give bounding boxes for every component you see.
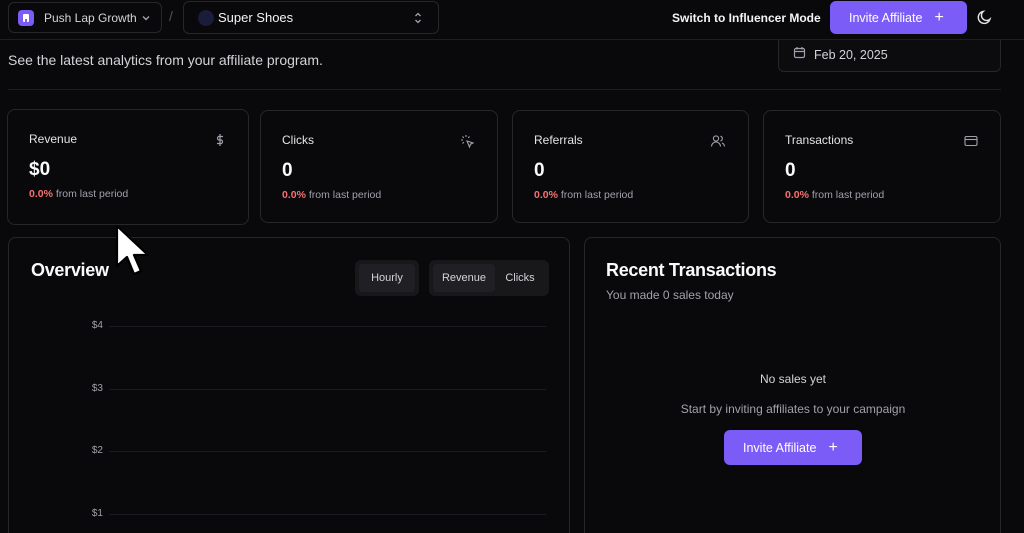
recent-transactions-panel: Recent Transactions You made 0 sales tod… [584, 237, 1001, 533]
date-picker[interactable]: Feb 20, 2025 [778, 38, 1001, 72]
recent-transactions-title: Recent Transactions [606, 260, 777, 280]
grid-line [109, 389, 546, 390]
stat-value: 0 [282, 160, 293, 181]
stat-card-referrals: Referrals 0 0.0% from last period [512, 110, 749, 223]
y-axis-tick: $4 [91, 320, 103, 331]
stat-label: Transactions [785, 133, 854, 147]
chevron-down-icon [140, 11, 152, 29]
stat-change-pct: 0.0% [29, 188, 53, 200]
chevrons-up-down-icon [412, 11, 424, 30]
stat-value: 0 [785, 160, 796, 181]
dollar-icon [214, 133, 226, 152]
stat-change-text: from last period [52, 188, 129, 200]
stat-change-pct: 0.0% [785, 189, 809, 201]
plus-icon: + [828, 438, 838, 456]
moon-icon[interactable] [976, 8, 994, 31]
interval-hourly-button[interactable]: Hourly [359, 264, 415, 292]
stat-change: 0.0% from last period [785, 189, 884, 201]
interval-toggle: Hourly [355, 260, 419, 296]
stat-label: Revenue [29, 132, 78, 146]
invite-affiliate-label: Invite Affiliate [743, 440, 817, 455]
recent-transactions-subtitle: You made 0 sales today [606, 288, 734, 302]
stat-card-clicks: Clicks 0 0.0% from last period [260, 110, 498, 223]
metric-revenue-button[interactable]: Revenue [433, 264, 495, 292]
stat-change: 0.0% from last period [29, 188, 128, 200]
grid-line [109, 451, 546, 452]
metric-clicks-button[interactable]: Clicks [495, 264, 545, 292]
page-subtitle: See the latest analytics from your affil… [8, 52, 323, 68]
y-axis-tick: $1 [91, 508, 103, 519]
empty-state-subtitle: Start by inviting affiliates to your cam… [680, 402, 906, 416]
overview-panel: Overview Hourly Revenue Clicks $4 $3 $2 … [8, 237, 570, 533]
invite-affiliate-button[interactable]: Invite Affiliate + [830, 1, 967, 34]
stat-change-text: from last period [808, 189, 885, 201]
invite-affiliate-button[interactable]: Invite Affiliate + [724, 430, 862, 465]
org-switcher[interactable]: Push Lap Growth [8, 2, 162, 33]
stat-label: Referrals [534, 133, 583, 147]
mouse-cursor-icon [114, 224, 152, 283]
top-bar: Push Lap Growth / Super Shoes Switch to … [0, 0, 1024, 40]
stat-card-revenue: Revenue $0 0.0% from last period [7, 109, 249, 225]
stat-change: 0.0% from last period [534, 189, 633, 201]
project-switcher[interactable]: Super Shoes [183, 1, 439, 34]
y-axis-tick: $3 [91, 383, 103, 394]
org-name: Push Lap Growth [44, 10, 137, 25]
y-axis-tick: $2 [91, 445, 103, 456]
empty-state-title: No sales yet [759, 372, 827, 386]
switch-mode-link[interactable]: Switch to Influencer Mode [672, 11, 821, 25]
stat-change-text: from last period [557, 189, 634, 201]
stat-value: 0 [534, 160, 545, 181]
org-logo-icon [18, 9, 34, 26]
project-name: Super Shoes [218, 10, 294, 25]
stat-change: 0.0% from last period [282, 189, 381, 201]
pointer-click-icon [460, 134, 475, 154]
stat-value: $0 [29, 159, 51, 180]
metric-toggle: Revenue Clicks [429, 260, 549, 296]
users-icon [710, 134, 726, 153]
date-value: Feb 20, 2025 [814, 47, 888, 62]
invite-affiliate-label: Invite Affiliate [849, 10, 923, 25]
stat-card-transactions: Transactions 0 0.0% from last period [763, 110, 1001, 223]
breadcrumb-separator: / [169, 8, 173, 24]
stat-change-pct: 0.0% [534, 189, 558, 201]
grid-line [109, 326, 546, 327]
grid-line [109, 514, 546, 515]
project-avatar [198, 9, 214, 26]
stat-label: Clicks [282, 133, 314, 147]
stat-change-pct: 0.0% [282, 189, 306, 201]
header-divider [8, 89, 1001, 90]
credit-card-icon [964, 134, 978, 152]
plus-icon: + [934, 8, 944, 26]
overview-title: Overview [31, 260, 109, 280]
stat-change-text: from last period [305, 189, 382, 201]
calendar-icon [793, 46, 806, 64]
